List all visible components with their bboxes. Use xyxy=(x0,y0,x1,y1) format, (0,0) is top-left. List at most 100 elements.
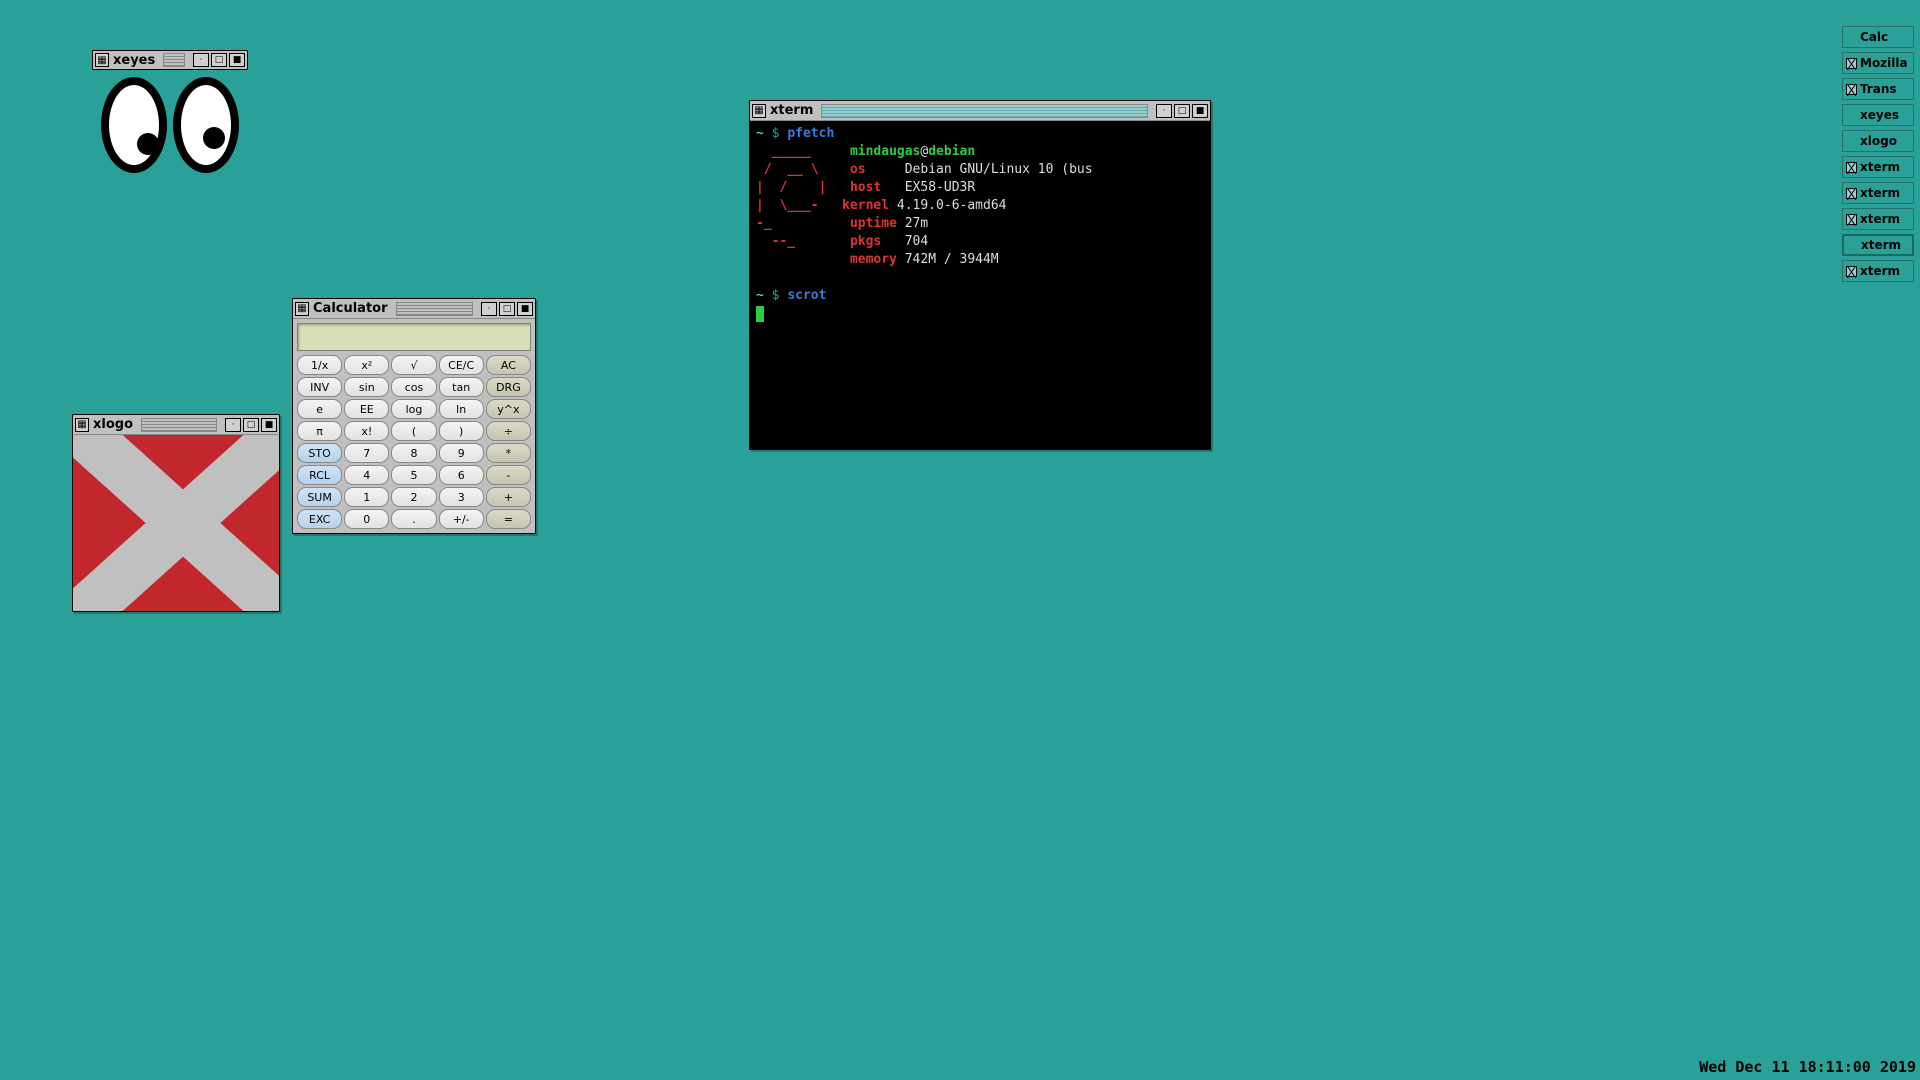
calc-button[interactable]: x² xyxy=(344,355,389,375)
calculator-titlebar[interactable]: ▦ Calculator · □ ■ xyxy=(293,299,535,319)
info-value: 27m xyxy=(905,216,928,231)
minimize-button[interactable]: · xyxy=(225,418,241,432)
calc-button[interactable]: x! xyxy=(344,421,389,441)
calc-button[interactable]: sin xyxy=(344,377,389,397)
menu-icon[interactable]: ▦ xyxy=(752,104,766,118)
ascii-art-line: -_ xyxy=(756,216,826,231)
calc-button[interactable]: log xyxy=(391,399,436,419)
calc-button[interactable]: + xyxy=(486,487,531,507)
taskbar-item[interactable]: Mozilla xyxy=(1842,52,1914,74)
menu-icon[interactable]: ▦ xyxy=(95,53,109,67)
calc-button[interactable]: 9 xyxy=(439,443,484,463)
info-value: Debian GNU/Linux 10 (bus xyxy=(905,162,1093,177)
calc-button[interactable]: STO xyxy=(297,443,342,463)
calc-button[interactable]: = xyxy=(486,509,531,529)
calc-button[interactable]: - xyxy=(486,465,531,485)
taskbar-item[interactable]: xterm xyxy=(1842,234,1914,256)
close-button[interactable]: ■ xyxy=(229,53,245,67)
taskbar-item[interactable]: xeyes xyxy=(1842,104,1914,126)
taskbar-label: xterm xyxy=(1861,238,1901,252)
calc-button[interactable]: tan xyxy=(439,377,484,397)
ascii-art-line: | \___- xyxy=(756,198,819,213)
xlogo-titlebar[interactable]: ▦ xlogo · □ ■ xyxy=(73,415,279,435)
taskbar-item[interactable]: xlogo xyxy=(1842,130,1914,152)
minimize-button[interactable]: · xyxy=(481,302,497,316)
terminal-command: scrot xyxy=(787,288,826,303)
calc-button[interactable]: INV xyxy=(297,377,342,397)
calc-button[interactable]: 2 xyxy=(391,487,436,507)
terminal-command: pfetch xyxy=(787,126,834,141)
calc-button[interactable]: * xyxy=(486,443,531,463)
calc-button[interactable]: 7 xyxy=(344,443,389,463)
calc-button[interactable]: ÷ xyxy=(486,421,531,441)
calc-button[interactable]: cos xyxy=(391,377,436,397)
taskbar-item[interactable]: xterm xyxy=(1842,260,1914,282)
xterm-titlebar[interactable]: ▦ xterm · □ ■ xyxy=(750,101,1210,121)
task-icon xyxy=(1846,266,1857,277)
info-key: pkgs xyxy=(850,234,881,249)
calc-button[interactable]: π xyxy=(297,421,342,441)
calc-button[interactable]: +/- xyxy=(439,509,484,529)
calc-button[interactable]: 4 xyxy=(344,465,389,485)
minimize-button[interactable]: · xyxy=(193,53,209,67)
close-button[interactable]: ■ xyxy=(261,418,277,432)
close-button[interactable]: ■ xyxy=(1192,104,1208,118)
calc-button[interactable]: RCL xyxy=(297,465,342,485)
calc-button[interactable]: 1 xyxy=(344,487,389,507)
calc-button[interactable]: AC xyxy=(486,355,531,375)
calc-button[interactable]: ln xyxy=(439,399,484,419)
calc-button[interactable]: DRG xyxy=(486,377,531,397)
info-host: debian xyxy=(928,144,975,159)
taskbar-item[interactable]: xterm xyxy=(1842,182,1914,204)
eye-right xyxy=(173,77,239,173)
calc-button[interactable]: EE xyxy=(344,399,389,419)
taskbar-item[interactable]: Trans xyxy=(1842,78,1914,100)
calc-button[interactable]: 6 xyxy=(439,465,484,485)
calc-button[interactable]: 0 xyxy=(344,509,389,529)
info-value: 704 xyxy=(905,234,928,249)
xeyes-titlebar[interactable]: ▦ xeyes · □ ■ xyxy=(92,50,248,70)
xterm-body[interactable]: ~ $ pfetch _____ mindaugas@debian / __ \… xyxy=(750,121,1210,449)
ascii-art-line: / __ \ xyxy=(756,162,826,177)
taskbar-item[interactable]: xterm xyxy=(1842,156,1914,178)
maximize-button[interactable]: □ xyxy=(211,53,227,67)
maximize-button[interactable]: □ xyxy=(243,418,259,432)
calculator-body: 1/xx²√CE/CAC INVsincostanDRG eEEloglny^x πx… xyxy=(293,319,535,533)
calc-button[interactable]: y^x xyxy=(486,399,531,419)
info-key: host xyxy=(850,180,881,195)
task-icon xyxy=(1846,188,1857,199)
pupil-left xyxy=(137,133,159,155)
calc-button[interactable]: e xyxy=(297,399,342,419)
close-button[interactable]: ■ xyxy=(517,302,533,316)
prompt-path: ~ xyxy=(756,126,764,141)
calc-button[interactable]: SUM xyxy=(297,487,342,507)
calc-button[interactable]: 3 xyxy=(439,487,484,507)
calc-button[interactable]: EXC xyxy=(297,509,342,529)
xeyes-body xyxy=(92,70,248,180)
taskbar-item[interactable]: Calc xyxy=(1842,26,1914,48)
maximize-button[interactable]: □ xyxy=(499,302,515,316)
calc-button[interactable]: 1/x xyxy=(297,355,342,375)
menu-icon[interactable]: ▦ xyxy=(295,302,309,316)
calc-button[interactable]: √ xyxy=(391,355,436,375)
desktop-clock: Wed Dec 11 18:11:00 2019 xyxy=(1699,1058,1916,1076)
xlogo-window: ▦ xlogo · □ ■ xyxy=(72,414,280,612)
calculator-window: ▦ Calculator · □ ■ 1/xx²√CE/CAC INVsincos… xyxy=(292,298,536,534)
cursor-icon xyxy=(756,306,764,322)
calc-button[interactable]: ) xyxy=(439,421,484,441)
calc-button[interactable]: CE/C xyxy=(439,355,484,375)
menu-icon[interactable]: ▦ xyxy=(75,418,89,432)
minimize-button[interactable]: · xyxy=(1156,104,1172,118)
xeyes-title: xeyes xyxy=(113,53,155,68)
calc-button[interactable]: ( xyxy=(391,421,436,441)
taskbar-item[interactable]: xterm xyxy=(1842,208,1914,230)
calc-button[interactable]: 5 xyxy=(391,465,436,485)
info-value: 4.19.0-6-amd64 xyxy=(897,198,1007,213)
taskbar-label: Trans xyxy=(1860,82,1897,96)
taskbar-label: Mozilla xyxy=(1860,56,1908,70)
maximize-button[interactable]: □ xyxy=(1174,104,1190,118)
calc-button[interactable]: . xyxy=(391,509,436,529)
task-icon xyxy=(1846,84,1857,95)
calc-button[interactable]: 8 xyxy=(391,443,436,463)
xterm-title: xterm xyxy=(770,103,813,118)
